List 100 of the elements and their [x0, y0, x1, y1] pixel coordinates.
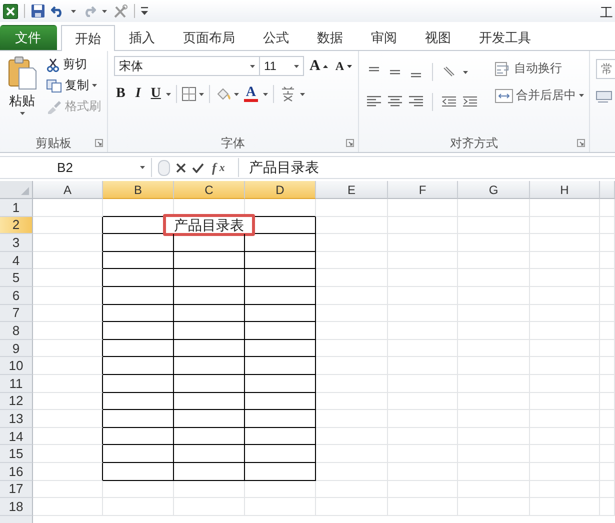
column-header[interactable]: D [245, 181, 316, 199]
table-cell[interactable] [33, 234, 103, 252]
table-cell[interactable] [33, 445, 103, 463]
row-header[interactable]: 11 [0, 374, 33, 393]
table-cell[interactable] [245, 445, 316, 463]
text-orientation-icon[interactable] [442, 66, 456, 78]
row-header[interactable]: 9 [0, 340, 33, 358]
align-right-icon[interactable] [409, 96, 423, 108]
row-header[interactable]: 16 [0, 462, 33, 480]
borders-icon[interactable] [182, 87, 196, 101]
bold-button[interactable]: B [114, 85, 128, 103]
font-size-field[interactable]: 11 [259, 56, 304, 76]
font-name-field[interactable]: 宋体 [114, 56, 260, 76]
column-header[interactable]: A [33, 181, 103, 199]
table-cell[interactable] [174, 462, 245, 480]
align-left-icon[interactable] [367, 96, 381, 108]
select-all-icon[interactable] [21, 187, 29, 195]
table-cell[interactable] [33, 357, 103, 375]
wrap-text-button[interactable]: 自动换行 [493, 59, 586, 78]
table-cell[interactable] [245, 462, 316, 480]
column-header[interactable]: H [530, 181, 600, 199]
handle-icon[interactable] [158, 160, 170, 176]
dialog-launcher-icon[interactable] [346, 139, 354, 147]
row-header[interactable]: 8 [0, 322, 33, 340]
table-cell[interactable] [103, 374, 174, 393]
table-cell[interactable] [33, 216, 103, 234]
table-cell[interactable] [245, 322, 316, 340]
ribbon-tab[interactable]: 开始 [61, 25, 115, 51]
save-icon[interactable] [31, 4, 45, 18]
row-header[interactable]: 1 [0, 199, 33, 217]
ribbon-tab[interactable]: 数据 [303, 25, 357, 50]
name-box[interactable]: B2 [0, 158, 152, 177]
column-header[interactable]: F [388, 181, 458, 199]
table-cell[interactable] [103, 286, 174, 305]
enter-icon[interactable] [192, 162, 204, 172]
table-cell[interactable] [103, 269, 174, 287]
column-header[interactable]: E [316, 181, 388, 199]
ribbon-tab[interactable]: 审阅 [357, 25, 411, 50]
row-header[interactable]: 4 [0, 252, 33, 270]
paste-button[interactable]: 粘贴 [4, 55, 40, 134]
number-format-field[interactable]: 常 [596, 59, 615, 79]
ribbon-tab[interactable]: 开发工具 [465, 25, 545, 50]
tools-icon[interactable] [113, 4, 128, 18]
table-cell[interactable] [33, 410, 103, 428]
table-cell[interactable] [103, 234, 174, 252]
table-cell[interactable] [174, 252, 245, 270]
table-cell[interactable] [33, 340, 103, 358]
table-cell[interactable] [103, 304, 174, 322]
table-cell[interactable] [174, 322, 245, 340]
copy-button[interactable]: 复制 [44, 76, 103, 95]
column-header[interactable]: C [174, 181, 245, 199]
table-cell[interactable] [245, 252, 316, 270]
table-cell[interactable] [33, 392, 103, 410]
row-header[interactable]: 6 [0, 286, 33, 305]
row-header[interactable]: 12 [0, 392, 33, 410]
merged-cell[interactable]: 产品目录表 [103, 216, 316, 234]
row-header[interactable]: 7 [0, 304, 33, 322]
table-cell[interactable] [245, 374, 316, 393]
ribbon-tab[interactable]: 页面布局 [169, 25, 249, 50]
underline-button[interactable]: U [148, 85, 163, 103]
decrease-indent-icon[interactable] [442, 96, 456, 108]
table-cell[interactable] [245, 410, 316, 428]
table-cell[interactable] [174, 410, 245, 428]
table-cell[interactable] [33, 428, 103, 446]
column-header[interactable]: G [458, 181, 530, 199]
table-cell[interactable] [33, 286, 103, 305]
row-header[interactable]: 13 [0, 410, 33, 428]
increase-indent-icon[interactable] [463, 96, 477, 108]
merge-center-button[interactable]: 合并后居中 [493, 86, 586, 105]
ribbon-tab[interactable]: 插入 [115, 25, 169, 50]
table-cell[interactable] [103, 322, 174, 340]
table-cell[interactable] [245, 357, 316, 375]
table-cell[interactable] [174, 357, 245, 375]
table-cell[interactable] [103, 340, 174, 358]
cut-button[interactable]: 剪切 [44, 55, 103, 74]
table-cell[interactable] [103, 410, 174, 428]
spreadsheet-app-icon[interactable] [3, 4, 18, 18]
table-cell[interactable] [245, 234, 316, 252]
table-cell[interactable] [245, 304, 316, 322]
table-cell[interactable] [103, 252, 174, 270]
row-header[interactable]: 2 [0, 216, 33, 234]
table-cell[interactable] [174, 234, 245, 252]
table-cell[interactable] [245, 392, 316, 410]
table-cell[interactable] [245, 340, 316, 358]
number-format-icon[interactable] [596, 91, 612, 105]
table-cell[interactable] [33, 374, 103, 393]
row-header[interactable]: 10 [0, 357, 33, 375]
table-cell[interactable] [174, 340, 245, 358]
table-cell[interactable] [33, 269, 103, 287]
table-cell[interactable] [245, 286, 316, 305]
table-cell[interactable] [174, 269, 245, 287]
dialog-launcher-icon[interactable] [95, 139, 103, 147]
file-tab[interactable]: 文件 [0, 25, 57, 50]
table-cell[interactable] [103, 357, 174, 375]
cancel-icon[interactable] [176, 162, 186, 172]
row-header[interactable]: 17 [0, 480, 33, 498]
column-header[interactable]: B [103, 181, 174, 199]
table-cell[interactable] [174, 428, 245, 446]
align-center-icon[interactable] [388, 96, 402, 108]
fill-bucket-icon[interactable] [214, 86, 231, 102]
